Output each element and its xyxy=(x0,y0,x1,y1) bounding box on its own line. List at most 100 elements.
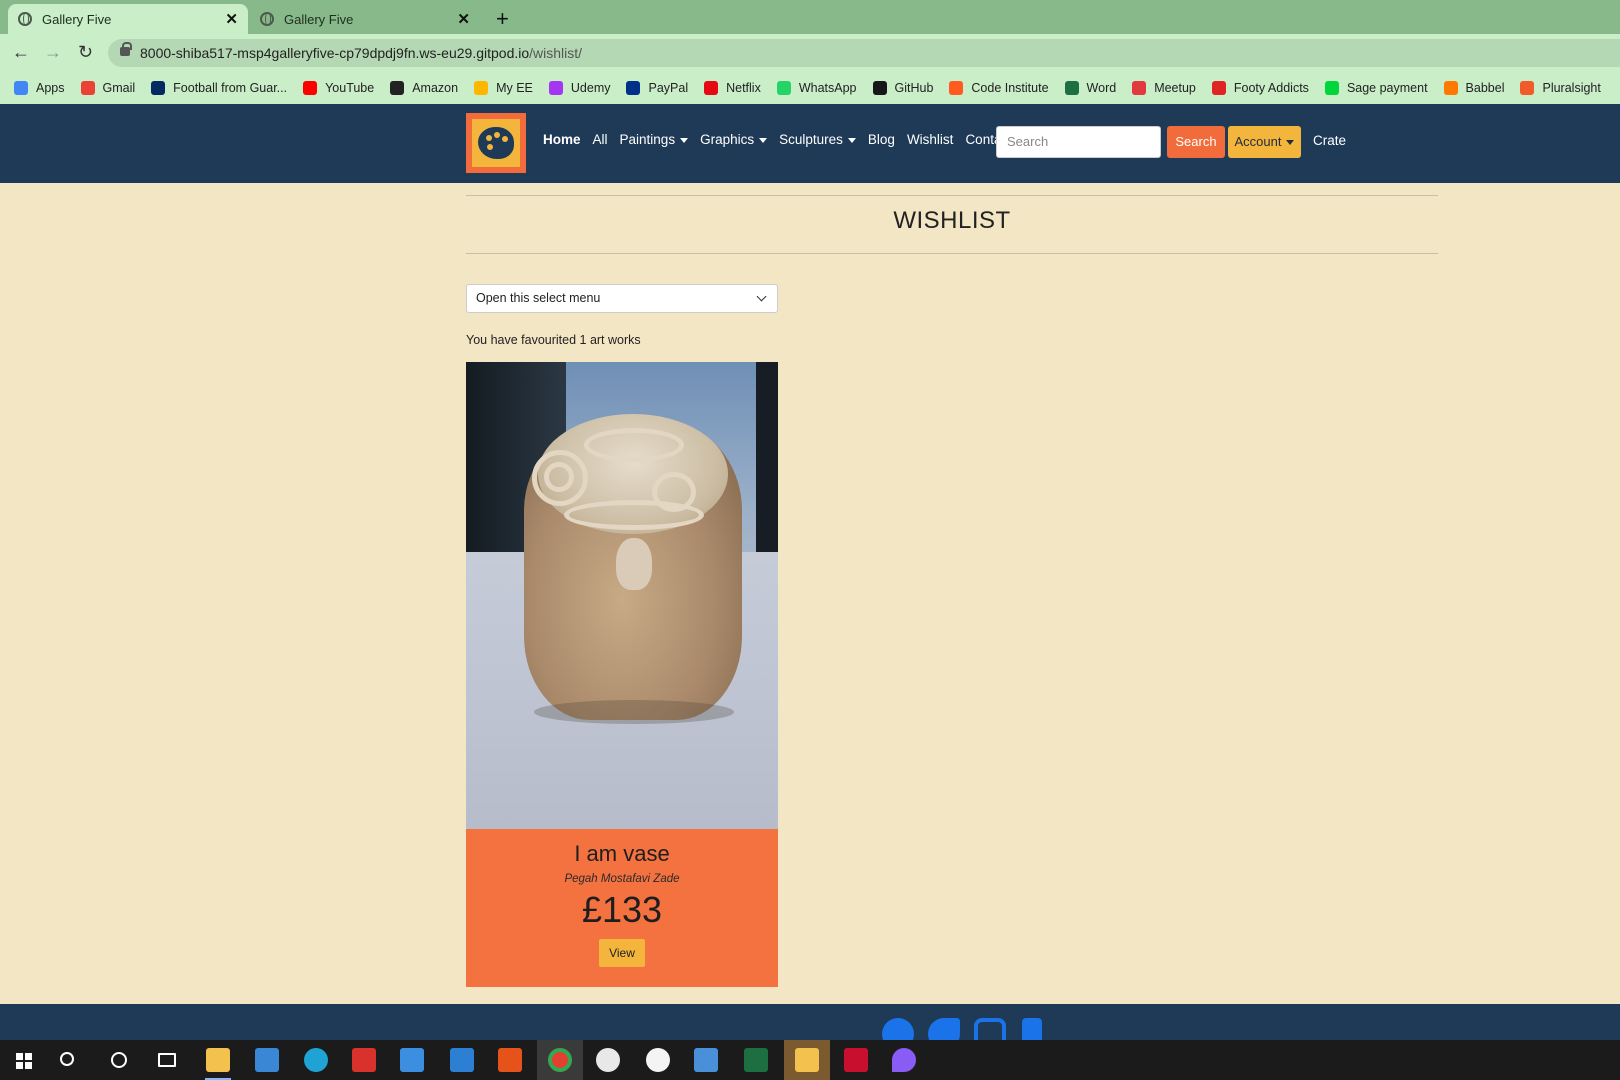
bookmark-item[interactable]: Word xyxy=(1064,81,1117,95)
bookmark-item[interactable]: PayPal xyxy=(626,81,688,95)
bookmark-item[interactable]: YouTube xyxy=(303,81,374,95)
photos-icon[interactable] xyxy=(694,1048,718,1072)
artwork-card-body: I am vase Pegah Mostafavi Zade £133 View xyxy=(466,829,778,987)
artwork-artist: Pegah Mostafavi Zade xyxy=(564,873,680,885)
forward-arrow-icon[interactable]: → xyxy=(44,42,62,63)
url-field[interactable]: 8000-shiba517-msp4galleryfive-cp79dpdj9f… xyxy=(108,39,1620,67)
bookmark-item[interactable]: Football from Guar... xyxy=(151,81,287,95)
select-label: Open this select menu xyxy=(476,291,601,305)
bookmark-label: Gmail xyxy=(102,81,136,95)
bookmark-item[interactable]: WhatsApp xyxy=(776,81,857,95)
file-explorer-icon[interactable] xyxy=(206,1048,230,1072)
bookmark-item[interactable]: Udemy xyxy=(548,81,611,95)
bookmark-label: WhatsApp xyxy=(798,81,857,95)
whatsapp-icon xyxy=(776,81,791,95)
youtube-icon xyxy=(303,81,318,95)
tiktok-icon[interactable] xyxy=(1022,1018,1042,1040)
artwork-image[interactable] xyxy=(466,362,778,829)
bookmark-label: GitHub xyxy=(894,81,934,95)
bookmark-item[interactable]: Babbel xyxy=(1443,81,1504,95)
slack-icon[interactable] xyxy=(596,1048,620,1072)
instagram-icon[interactable] xyxy=(974,1018,1006,1040)
office-icon[interactable] xyxy=(498,1048,522,1072)
view-button[interactable]: View xyxy=(599,939,645,967)
site-navbar: Home All Paintings Graphics Sculptures B… xyxy=(0,104,1620,183)
meetup-icon xyxy=(1132,81,1147,95)
bookmark-label: Football from Guar... xyxy=(173,81,288,95)
artwork-title: I am vase xyxy=(574,841,670,866)
search-icon[interactable] xyxy=(60,1052,74,1066)
bookmark-item[interactable]: Netflix xyxy=(704,81,761,95)
browser-tab[interactable]: Gallery Five ✕ xyxy=(250,4,480,34)
windows-start-icon[interactable] xyxy=(16,1053,32,1069)
bookmark-item[interactable]: Meetup xyxy=(1132,81,1196,95)
bookmark-item[interactable]: Footy Addicts xyxy=(1211,81,1309,95)
new-tab-icon[interactable]: + xyxy=(496,6,509,32)
bookmark-label: YouTube xyxy=(325,81,375,95)
search-button[interactable]: Search xyxy=(1167,126,1225,158)
bookmark-label: Code Institute xyxy=(971,81,1049,95)
sort-select[interactable]: Open this select menu xyxy=(466,284,778,313)
apps-grid-icon xyxy=(14,81,28,95)
vscode-icon[interactable] xyxy=(450,1048,474,1072)
reload-icon[interactable]: ↻ xyxy=(78,42,93,63)
excel-word-icon xyxy=(1064,81,1079,95)
back-arrow-icon[interactable]: ← xyxy=(12,42,30,63)
nav-crate[interactable]: Crate xyxy=(1313,133,1346,148)
bookmark-label: Word xyxy=(1086,81,1117,95)
caret-down-icon xyxy=(680,137,689,143)
nav-sculptures-dropdown[interactable]: Sculptures xyxy=(779,132,856,147)
nav-graphics-label: Graphics xyxy=(700,132,755,147)
mcafee-icon[interactable] xyxy=(844,1048,868,1072)
search-input[interactable]: Search xyxy=(996,126,1161,158)
twitter-icon[interactable] xyxy=(928,1018,960,1040)
bookmark-item[interactable]: Amazon xyxy=(390,81,458,95)
bookmark-label: My EE xyxy=(496,81,533,95)
bookmark-item[interactable]: Sage payment xyxy=(1324,81,1428,95)
nav-wishlist[interactable]: Wishlist xyxy=(907,132,954,147)
bookmark-label: Sage payment xyxy=(1346,81,1428,95)
nav-blog[interactable]: Blog xyxy=(868,132,895,147)
caret-down-icon xyxy=(759,137,768,143)
sage-icon xyxy=(1324,81,1339,95)
bookmark-item[interactable]: Code Institute xyxy=(949,81,1049,95)
nav-links: Home All Paintings Graphics Sculptures B… xyxy=(543,132,1024,147)
facebook-icon[interactable] xyxy=(882,1018,914,1040)
cortana-icon[interactable] xyxy=(111,1052,127,1068)
bookmark-item[interactable]: Pluralsight xyxy=(1520,81,1601,95)
nav-graphics-dropdown[interactable]: Graphics xyxy=(700,132,768,147)
excel-icon[interactable] xyxy=(744,1048,768,1072)
caret-down-icon xyxy=(847,137,856,143)
url-host: 8000-shiba517-msp4galleryfive-cp79dpdj9f… xyxy=(140,45,530,61)
artwork-price: £133 xyxy=(581,889,663,930)
mail-icon[interactable] xyxy=(400,1048,424,1072)
bookmark-item[interactable]: GitHub xyxy=(872,81,934,95)
gallery-logo[interactable] xyxy=(466,113,526,173)
bookmarks-bar: Apps Gmail Football from Guar... YouTube Ama… xyxy=(0,72,1620,104)
bookmark-label: Udemy xyxy=(570,81,611,95)
gmail-icon xyxy=(80,81,95,95)
browser-tab-active[interactable]: Gallery Five ✕ xyxy=(8,4,248,34)
task-view-icon[interactable] xyxy=(158,1053,176,1067)
bookmark-label: Pluralsight xyxy=(1542,81,1601,95)
smiley-icon[interactable] xyxy=(646,1048,670,1072)
account-dropdown-button[interactable]: Account xyxy=(1228,126,1301,158)
nav-all[interactable]: All xyxy=(593,132,608,147)
edge-icon[interactable] xyxy=(304,1048,328,1072)
bookmark-label: Amazon xyxy=(412,81,459,95)
favourite-count-text: You have favourited 1 art works xyxy=(466,333,641,347)
globe-icon xyxy=(260,12,274,26)
close-tab-icon[interactable]: ✕ xyxy=(225,10,238,28)
bookmark-item[interactable]: My EE xyxy=(474,81,533,95)
nav-paintings-dropdown[interactable]: Paintings xyxy=(620,132,689,147)
bookmark-item[interactable]: Apps xyxy=(14,81,65,95)
nav-home[interactable]: Home xyxy=(543,132,581,147)
bookmark-item[interactable]: Gmail xyxy=(80,81,136,95)
code-institute-icon xyxy=(949,81,964,95)
gift-icon[interactable] xyxy=(352,1048,376,1072)
close-tab-icon[interactable]: ✕ xyxy=(457,10,470,28)
paint-drop-icon[interactable] xyxy=(892,1048,916,1072)
pluralsight-icon xyxy=(1520,81,1535,95)
store-icon[interactable] xyxy=(255,1048,279,1072)
nav-paintings-label: Paintings xyxy=(619,132,676,147)
